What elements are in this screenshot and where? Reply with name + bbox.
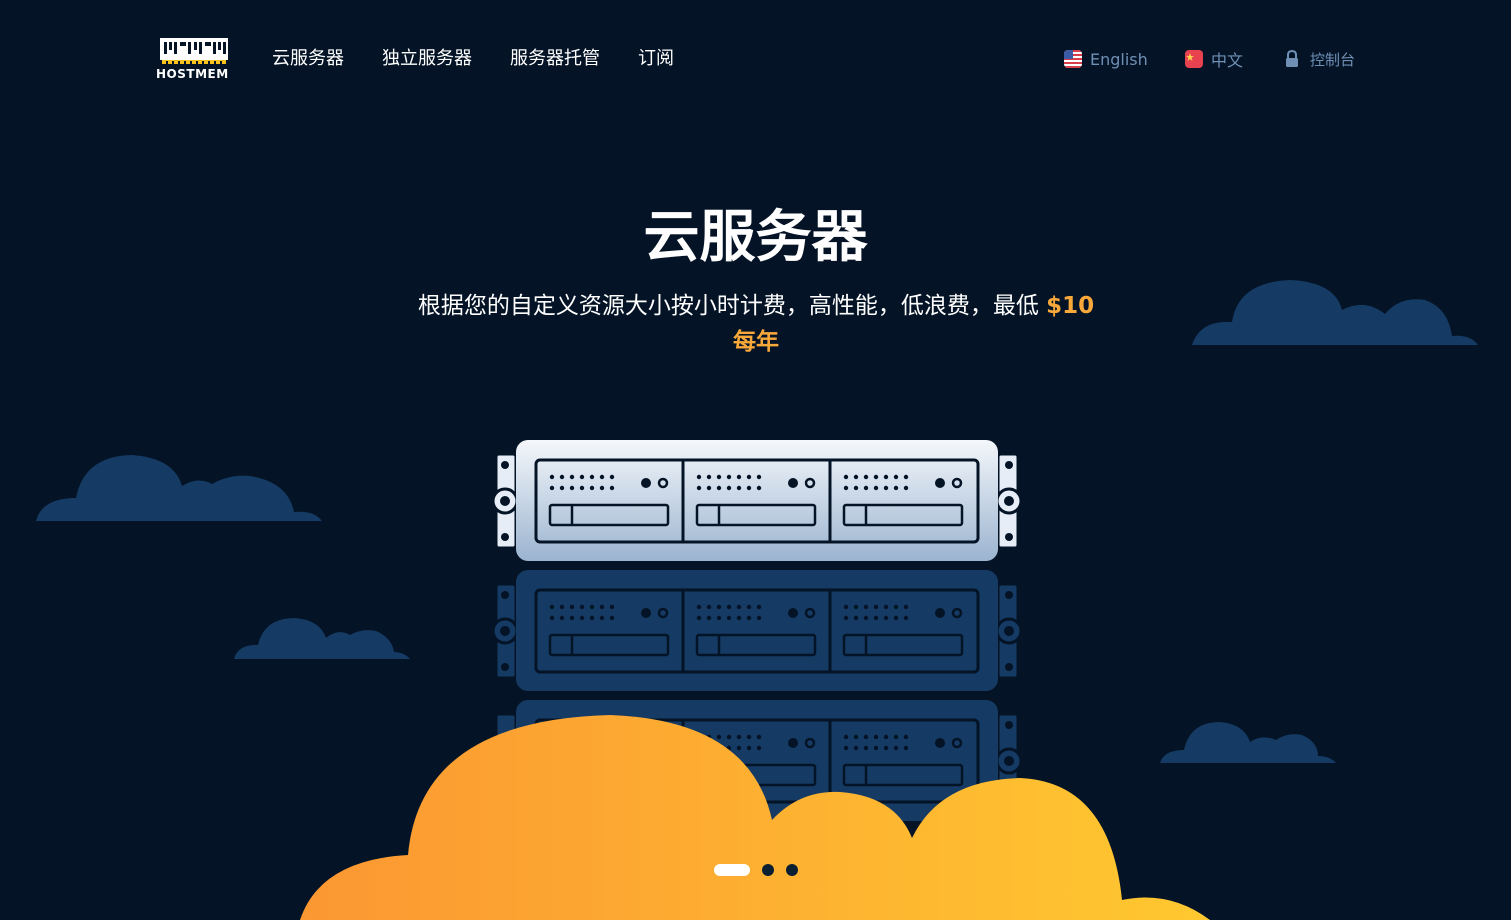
nav-item-subscribe[interactable]: 订阅 [638,46,674,72]
us-flag-icon [1064,50,1082,68]
cn-flag-icon [1185,50,1203,68]
lock-icon [1286,50,1298,67]
memory-chip-icon [160,38,228,64]
cloud-left [36,455,322,521]
nav-item-colocation[interactable]: 服务器托管 [510,46,600,72]
console-link[interactable]: 控制台 [1284,46,1355,72]
hero-subtitle-text: 根据您的自定义资源大小按小时计费，高性能，低浪费，最低 [417,293,1047,319]
nav-item-dedicated-server[interactable]: 独立服务器 [382,46,472,72]
cloud-top-right [1192,280,1478,345]
carousel-indicators [714,864,798,876]
hero-title: 云服务器 [643,205,868,270]
carousel-dot-3[interactable] [786,864,798,876]
main-nav: 云服务器 独立服务器 服务器托管 订阅 [272,46,712,72]
cloud-small-left [234,618,410,659]
language-english-label: English [1090,49,1148,69]
hero-subtitle: 根据您的自定义资源大小按小时计费，高性能，低浪费，最低 $10 每年 [400,288,1112,360]
logo[interactable]: HOSTMEM [156,36,236,84]
logo-wordmark: HOSTMEM [156,67,229,81]
language-chinese-link[interactable]: 中文 [1185,46,1243,72]
cloud-small-right [1160,722,1336,763]
carousel-dot-2[interactable] [762,864,774,876]
carousel-dot-1[interactable] [714,864,750,876]
hero-price: $10 [1046,293,1095,319]
hero-price-period: 每年 [733,329,779,355]
language-chinese-label: 中文 [1211,51,1244,70]
console-label: 控制台 [1310,50,1356,69]
nav-item-cloud-server[interactable]: 云服务器 [272,46,344,72]
language-english-link[interactable]: English [1064,46,1148,72]
hero-illustration [36,280,1478,920]
page: HOSTMEM 云服务器 独立服务器 服务器托管 订阅 English 中文 控… [0,0,1511,920]
